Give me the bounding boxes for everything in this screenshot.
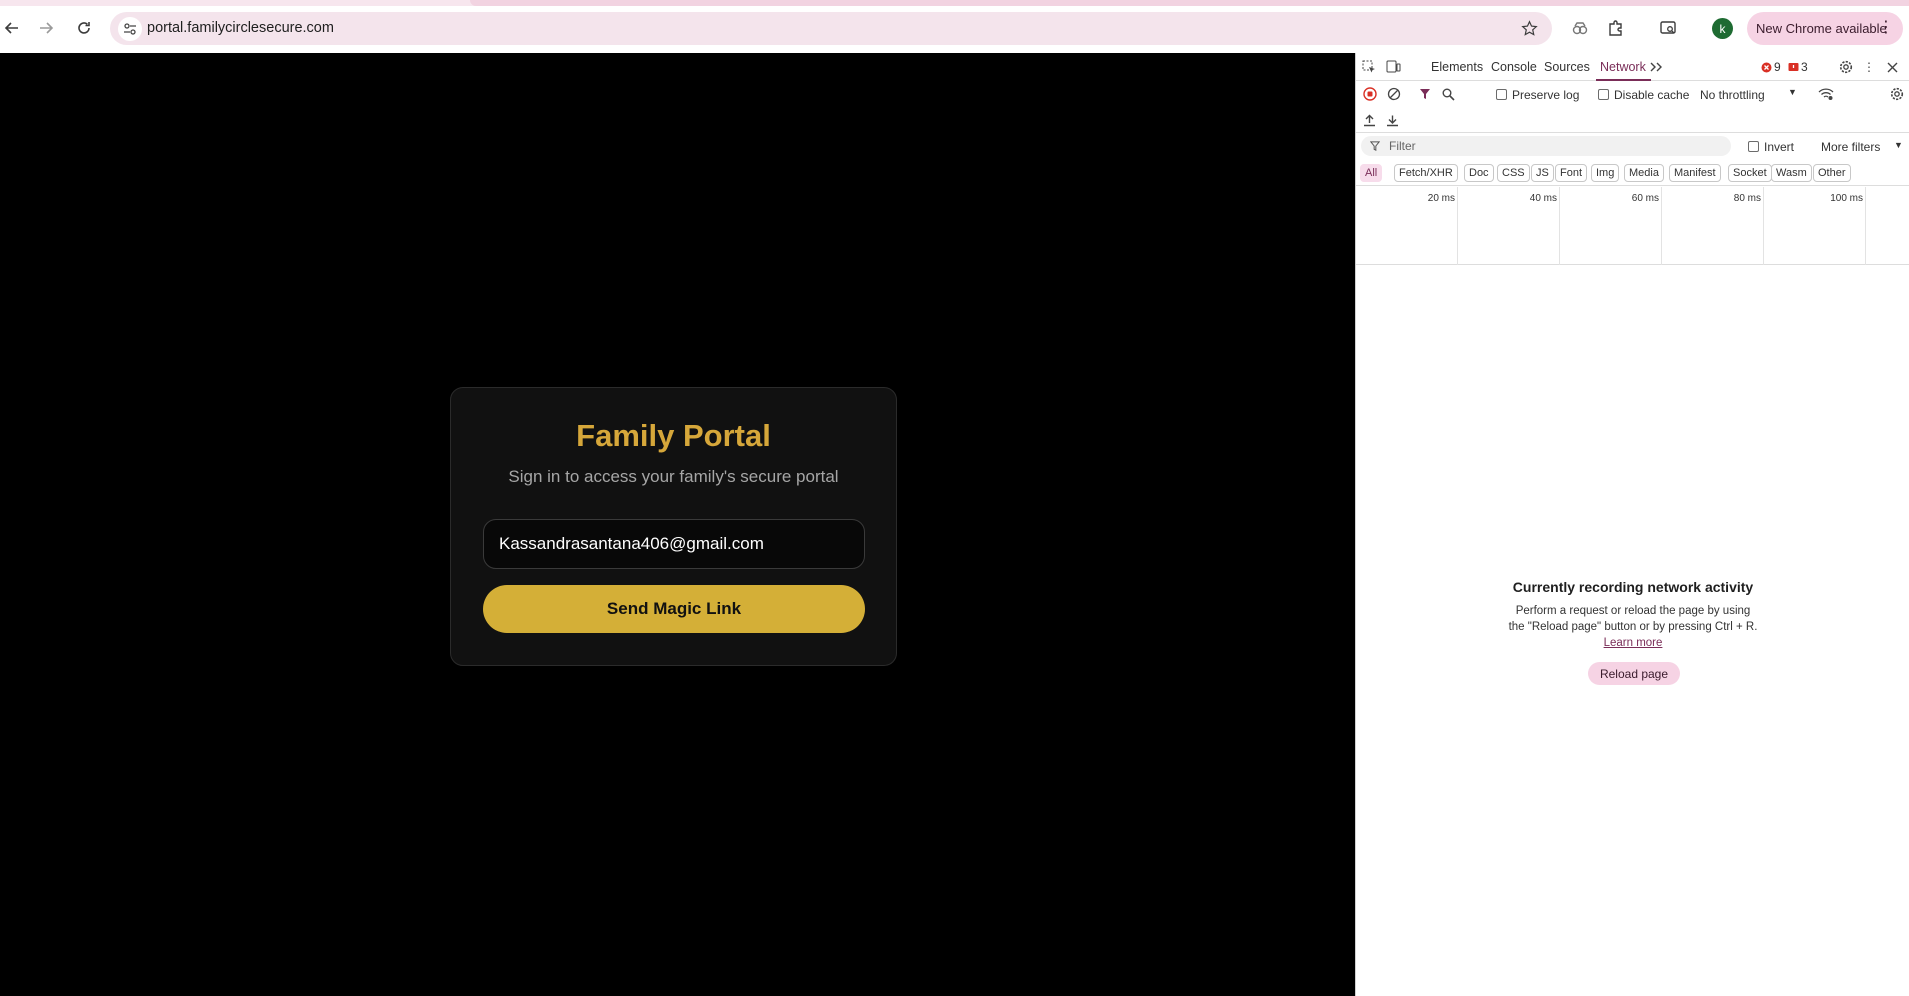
timeline-tick-label: 40 ms <box>1529 193 1557 204</box>
export-har-icon[interactable] <box>1383 111 1401 129</box>
timeline-gridline <box>1457 187 1458 265</box>
devtools-panel: Elements Console Sources Network 9 3 ⋮ P… <box>1355 53 1909 996</box>
type-filter-font[interactable]: Font <box>1555 164 1588 182</box>
type-filter-manifest[interactable]: Manifest <box>1669 164 1721 182</box>
site-info-icon[interactable] <box>118 17 142 41</box>
stop-recording-icon[interactable] <box>1361 85 1379 103</box>
invert-checkbox[interactable] <box>1748 141 1759 152</box>
profile-avatar[interactable]: k <box>1712 18 1733 39</box>
page-title: Family Portal <box>576 418 771 453</box>
more-tabs-chevron-icon[interactable] <box>1647 58 1665 76</box>
lens-icon[interactable] <box>1568 16 1592 40</box>
filter-placeholder: Filter <box>1389 139 1416 153</box>
tab-network[interactable]: Network <box>1600 60 1646 74</box>
email-field[interactable] <box>483 519 865 569</box>
type-filter-all[interactable]: All <box>1360 164 1383 182</box>
preserve-log-checkbox[interactable] <box>1496 89 1507 100</box>
filter-input[interactable]: Filter <box>1361 136 1731 156</box>
tab-sources[interactable]: Sources <box>1544 60 1590 74</box>
more-filters-dropdown[interactable]: More filters <box>1821 140 1880 154</box>
network-toolbar: Preserve log Disable cache No throttling… <box>1356 81 1909 107</box>
bookmark-star-icon[interactable] <box>1518 17 1540 39</box>
timeline-gridline <box>1865 187 1866 265</box>
filter-icon <box>1370 141 1380 151</box>
import-export-bar <box>1356 107 1909 133</box>
message-warning-icon <box>1788 62 1799 71</box>
chevron-down-icon[interactable]: ▼ <box>1788 87 1797 97</box>
extensions-puzzle-icon[interactable] <box>1604 16 1628 40</box>
error-icon <box>1761 62 1772 72</box>
arrow-right-icon <box>40 22 54 34</box>
warning-count-badge[interactable]: 3 <box>1788 60 1808 74</box>
filter-row: Filter Invert More filters ▼ <box>1356 133 1909 160</box>
type-filter-media[interactable]: Media <box>1624 164 1664 182</box>
type-filter-css[interactable]: CSS <box>1497 164 1530 182</box>
new-chrome-available-button[interactable]: New Chrome available ⋮ <box>1747 12 1903 45</box>
reload-button[interactable] <box>72 16 96 40</box>
inspect-element-icon[interactable] <box>1360 58 1378 76</box>
url-text[interactable]: portal.familycirclesecure.com <box>147 20 334 36</box>
clear-icon[interactable] <box>1385 85 1403 103</box>
arrow-left-icon <box>4 22 18 34</box>
filter-funnel-icon[interactable] <box>1416 85 1434 103</box>
login-card: Family Portal Sign in to access your fam… <box>450 387 897 666</box>
close-devtools-icon[interactable] <box>1883 58 1901 76</box>
throttling-select[interactable]: No throttling <box>1700 88 1765 102</box>
search-icon[interactable] <box>1439 85 1457 103</box>
tab-elements[interactable]: Elements <box>1431 60 1483 74</box>
error-count-badge[interactable]: 9 <box>1761 60 1781 74</box>
devtools-menu-icon[interactable]: ⋮ <box>1860 58 1878 76</box>
empty-state-body: Perform a request or reload the page by … <box>1508 603 1758 651</box>
import-har-icon[interactable] <box>1360 111 1378 129</box>
timeline-tick-label: 60 ms <box>1631 193 1659 204</box>
forward-button[interactable] <box>34 16 58 40</box>
type-filter-other[interactable]: Other <box>1813 164 1851 182</box>
error-count: 9 <box>1774 60 1781 74</box>
type-filter-socket[interactable]: Socket <box>1728 164 1772 182</box>
timeline-tick-label: 20 ms <box>1427 193 1455 204</box>
reload-icon <box>78 22 90 34</box>
more-filters-chevron-icon[interactable]: ▼ <box>1894 140 1903 150</box>
timeline-gridline <box>1661 187 1662 265</box>
network-overview-timeline[interactable]: 20 ms 40 ms 60 ms 80 ms 100 ms <box>1356 187 1909 265</box>
resource-type-filters: All Fetch/XHR Doc CSS JS Font Img Media … <box>1356 160 1909 186</box>
disable-cache-label: Disable cache <box>1614 88 1690 102</box>
type-filter-img[interactable]: Img <box>1591 164 1620 182</box>
network-conditions-icon[interactable] <box>1817 85 1835 103</box>
timeline-gridline <box>1559 187 1560 265</box>
update-chip-label: New Chrome available <box>1756 21 1887 36</box>
timeline-tick-label: 100 ms <box>1830 193 1863 204</box>
page-subtitle: Sign in to access your family's secure p… <box>508 467 839 486</box>
warning-count: 3 <box>1801 60 1808 74</box>
type-filter-fetch-xhr[interactable]: Fetch/XHR <box>1394 164 1458 182</box>
tab-console[interactable]: Console <box>1491 60 1537 74</box>
timeline-tick-label: 80 ms <box>1733 193 1761 204</box>
settings-gear-icon[interactable] <box>1837 58 1855 76</box>
back-button[interactable] <box>0 16 24 40</box>
tab-search-icon[interactable] <box>1656 16 1680 40</box>
address-bar[interactable]: portal.familycirclesecure.com <box>110 12 1552 45</box>
reload-page-button[interactable]: Reload page <box>1588 662 1680 685</box>
send-magic-link-button[interactable]: Send Magic Link <box>483 585 865 633</box>
device-toolbar-icon[interactable] <box>1384 58 1402 76</box>
type-filter-js[interactable]: JS <box>1531 164 1554 182</box>
tab-strip-edge <box>470 0 1909 6</box>
timeline-gridline <box>1763 187 1764 265</box>
empty-state-text: Perform a request or reload the page by … <box>1508 605 1758 633</box>
page-viewport: Family Portal Sign in to access your fam… <box>0 53 1355 996</box>
preserve-log-label: Preserve log <box>1512 88 1580 102</box>
devtools-tab-bar: Elements Console Sources Network 9 3 ⋮ <box>1356 53 1909 81</box>
type-filter-doc[interactable]: Doc <box>1464 164 1494 182</box>
kebab-menu-icon[interactable]: ⋮ <box>1878 20 1894 36</box>
disable-cache-checkbox[interactable] <box>1598 89 1609 100</box>
type-filter-wasm[interactable]: Wasm <box>1771 164 1812 182</box>
learn-more-link[interactable]: Learn more <box>1604 637 1663 649</box>
browser-toolbar: portal.familycirclesecure.com k New Chro… <box>0 0 1909 53</box>
network-settings-gear-icon[interactable] <box>1888 85 1906 103</box>
invert-label: Invert <box>1764 140 1795 154</box>
empty-state-title: Currently recording network activity <box>1512 579 1754 595</box>
tab-strip <box>0 0 1909 6</box>
